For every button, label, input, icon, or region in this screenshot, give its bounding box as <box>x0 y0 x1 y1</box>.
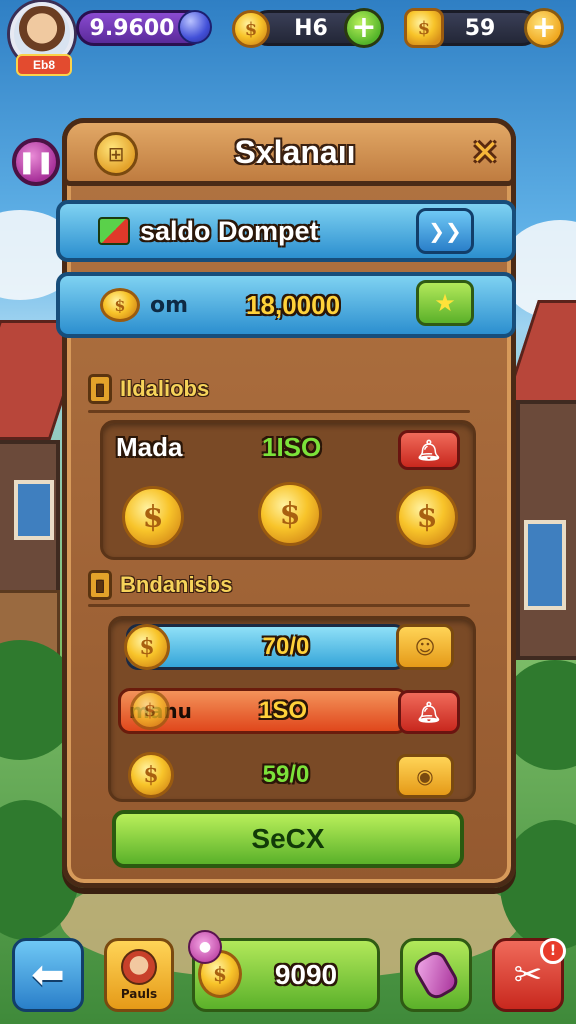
add-energy-button[interactable]: + <box>344 8 384 48</box>
section2-title: ▮ Bndanisbs <box>88 568 232 602</box>
section1-title-text: Ildaliobs <box>120 376 210 401</box>
inventory-button[interactable] <box>400 938 472 1012</box>
inventory-item-icon <box>410 947 462 1003</box>
profile-portrait-icon <box>121 949 157 985</box>
row3-coin-icon: $ <box>128 752 174 798</box>
header-emblem-icon: ⊞ <box>94 132 138 176</box>
balance-value: 18,0000 <box>246 289 341 320</box>
section2-title-text: Bndanisbs <box>120 572 233 597</box>
section1-badge-icon: ▮ <box>88 374 112 404</box>
shop-value: 9090 <box>274 959 338 990</box>
star-icon: ★ <box>434 289 456 317</box>
back-button[interactable]: ⬅ <box>12 938 84 1012</box>
row1-coin-icon: $ <box>124 624 170 670</box>
close-icon: ✕ <box>470 133 500 173</box>
row2-action-button[interactable]: 🔔︎ <box>398 690 460 734</box>
row3-action-button[interactable]: ◉ <box>396 754 454 798</box>
player-level-tag: Eb8 <box>16 54 72 76</box>
section1-action-button[interactable]: 🔔︎ <box>398 430 460 470</box>
section1-title: ▮ Ildaliobs <box>88 372 209 406</box>
balance-coins-icon: $ <box>100 288 140 322</box>
energy-coin-icon: $ <box>232 10 270 48</box>
section2-badge-icon: ▮ <box>88 570 112 600</box>
row1-action-button[interactable]: ☺ <box>396 624 454 670</box>
profile-button[interactable]: Pauls <box>104 938 174 1012</box>
energy-value: H6 <box>294 15 328 41</box>
section1-item-label: Mada <box>116 432 183 462</box>
balance-prefix: om <box>150 292 189 318</box>
profile-label: Pauls <box>120 987 158 1001</box>
section1-item-value: 1ISO <box>262 432 322 462</box>
confirm-button[interactable]: SeCX <box>112 810 464 868</box>
coin-option-3[interactable]: $ <box>396 486 458 548</box>
section2-divider <box>88 604 470 607</box>
coins-stack-icon: $ <box>404 8 444 48</box>
row2-coin-icon: $ <box>130 690 170 730</box>
pause-icon: ❚❚ <box>17 149 55 175</box>
pet-icon: ● <box>188 930 222 964</box>
back-arrow-icon: ⬅ <box>31 952 65 998</box>
notification-badge: ! <box>540 938 566 964</box>
gems-orb-icon[interactable] <box>178 10 212 44</box>
section1-divider <box>88 410 470 413</box>
close-button[interactable]: ✕ <box>466 134 504 172</box>
row1-value: 70/0 <box>262 633 310 660</box>
wallet-label: saldo Dompet <box>140 215 319 246</box>
coin-option-2[interactable]: $ <box>258 482 322 546</box>
wallet-cube-icon <box>98 217 130 245</box>
coins-value: 59 <box>464 15 496 41</box>
balance-star-button[interactable]: ★ <box>416 280 474 326</box>
coin-icon-small: ◉ <box>416 764 434 788</box>
bell-icon: 🔔︎ <box>416 438 442 462</box>
pause-button[interactable]: ❚❚ <box>12 138 60 186</box>
row2-value: 1SO <box>258 697 308 724</box>
smile-icon: ☺ <box>414 635 436 659</box>
bell-icon-2: 🔔︎ <box>416 700 442 724</box>
row3-value: 59/0 <box>262 761 310 788</box>
add-coins-button[interactable]: + <box>524 8 564 48</box>
panel-title: Sxlanaıı <box>234 134 356 170</box>
coin-option-1[interactable]: $ <box>122 486 184 548</box>
gems-value: 9.9600 <box>89 15 175 41</box>
next-icon: ❯❯ <box>428 219 462 243</box>
tools-icon: ✂ <box>513 955 543 995</box>
wallet-next-button[interactable]: ❯❯ <box>416 208 474 254</box>
